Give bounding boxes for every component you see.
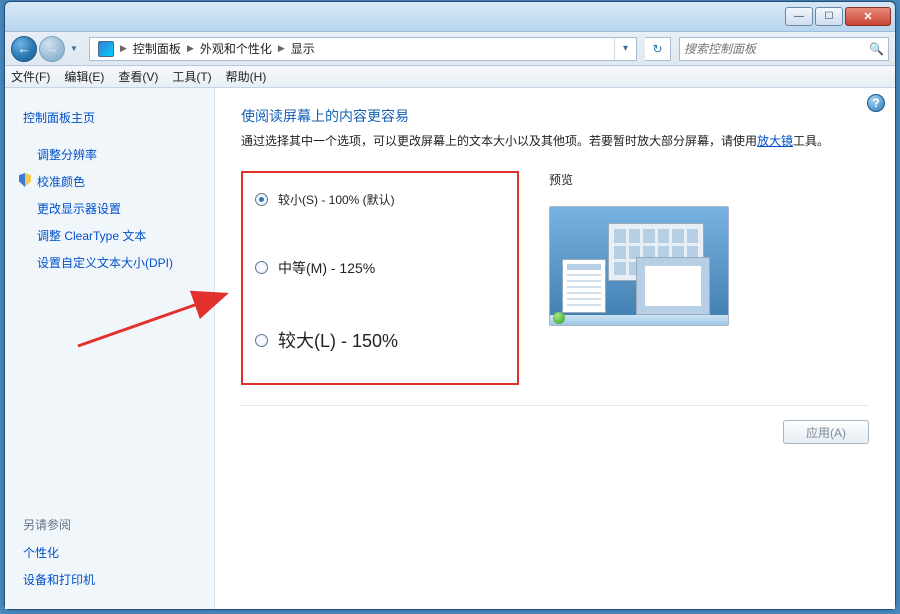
dpi-option-medium[interactable]: 中等(M) - 125% [255,258,505,278]
dpi-option-large[interactable]: 较大(L) - 150% [255,327,505,353]
sidebar-see-also-head: 另请参阅 [17,512,202,539]
forward-button[interactable]: → [39,36,65,62]
subtitle-text-after: 工具。 [793,134,829,148]
dpi-label-small: 较小(S) - 100% (默认) [278,191,395,208]
menu-help[interactable]: 帮助(H) [226,68,267,85]
crumb-appearance[interactable]: 外观和个性化 [196,38,276,60]
menu-view[interactable]: 查看(V) [118,68,158,85]
chevron-right-icon: ▶ [276,43,287,54]
sidebar-link-calibrate-color[interactable]: 校准颜色 [17,168,202,195]
sidebar-link-display-settings[interactable]: 更改显示器设置 [17,195,202,222]
preview-image [549,206,729,326]
dpi-label-medium: 中等(M) - 125% [278,258,375,278]
sidebar-home[interactable]: 控制面板主页 [17,104,202,131]
sidebar-link-personalization[interactable]: 个性化 [17,539,202,566]
crumb-display[interactable]: 显示 [287,38,319,60]
page-title: 使阅读屏幕上的内容更容易 [241,106,869,126]
maximize-icon: ☐ [825,11,834,22]
sidebar-link-custom-dpi[interactable]: 设置自定义文本大小(DPI) [17,249,202,276]
main-panel: 使阅读屏幕上的内容更容易 通过选择其中一个选项，可以更改屏幕上的文本大小以及其他… [215,88,895,609]
preview-column: 预览 [549,171,869,326]
search-input[interactable] [684,42,869,56]
titlebar[interactable]: — ☐ ✕ [5,2,895,32]
address-bar[interactable]: ▶ 控制面板 ▶ 外观和个性化 ▶ 显示 ▾ [89,37,637,61]
magnifier-link[interactable]: 放大镜 [757,134,793,148]
close-button[interactable]: ✕ [845,7,891,26]
minimize-icon: — [794,11,804,22]
back-button[interactable]: ← [11,36,37,62]
dpi-radio-small[interactable] [255,193,268,206]
window: — ☐ ✕ ← → ▼ ▶ 控制面板 ▶ 外观和个性化 ▶ 显示 ▾ ↻ 🔍 文… [4,1,896,610]
history-dropdown[interactable]: ▼ [67,36,81,62]
dpi-radio-medium[interactable] [255,261,268,274]
preview-label: 预览 [549,171,869,188]
menu-file[interactable]: 文件(F) [11,68,50,85]
subtitle-text: 通过选择其中一个选项，可以更改屏幕上的文本大小以及其他项。若要暂时放大部分屏幕，… [241,134,757,148]
chevron-right-icon: ▶ [118,43,129,54]
navbar: ← → ▼ ▶ 控制面板 ▶ 外观和个性化 ▶ 显示 ▾ ↻ 🔍 [5,32,895,66]
sidebar-link-cleartype[interactable]: 调整 ClearType 文本 [17,222,202,249]
apply-button[interactable]: 应用(A) [783,420,869,444]
refresh-button[interactable]: ↻ [645,37,671,61]
close-icon: ✕ [863,10,872,23]
dpi-option-small[interactable]: 较小(S) - 100% (默认) [255,191,505,208]
sidebar-link-devices-printers[interactable]: 设备和打印机 [17,566,202,593]
dpi-label-large: 较大(L) - 150% [278,327,398,353]
maximize-button[interactable]: ☐ [815,7,843,26]
content: ? 控制面板主页 调整分辨率 校准颜色 更改显示器设置 调整 ClearType… [5,88,895,609]
address-dropdown[interactable]: ▾ [614,38,636,60]
search-icon: 🔍 [869,42,884,56]
chevron-right-icon: ▶ [185,43,196,54]
menubar: 文件(F) 编辑(E) 查看(V) 工具(T) 帮助(H) [5,66,895,88]
sidebar: 控制面板主页 调整分辨率 校准颜色 更改显示器设置 调整 ClearType 文… [5,88,215,609]
minimize-button[interactable]: — [785,7,813,26]
search-box[interactable]: 🔍 [679,37,889,61]
dpi-radio-large[interactable] [255,334,268,347]
menu-edit[interactable]: 编辑(E) [64,68,104,85]
dpi-options-group: 较小(S) - 100% (默认) 中等(M) - 125% 较大(L) - 1… [241,171,519,385]
separator [241,405,869,406]
crumb-control-panel[interactable]: 控制面板 [129,38,185,60]
page-subtitle: 通过选择其中一个选项，可以更改屏幕上的文本大小以及其他项。若要暂时放大部分屏幕，… [241,132,869,151]
sidebar-link-resolution[interactable]: 调整分辨率 [17,141,202,168]
control-panel-icon[interactable] [90,38,118,60]
menu-tools[interactable]: 工具(T) [172,68,211,85]
